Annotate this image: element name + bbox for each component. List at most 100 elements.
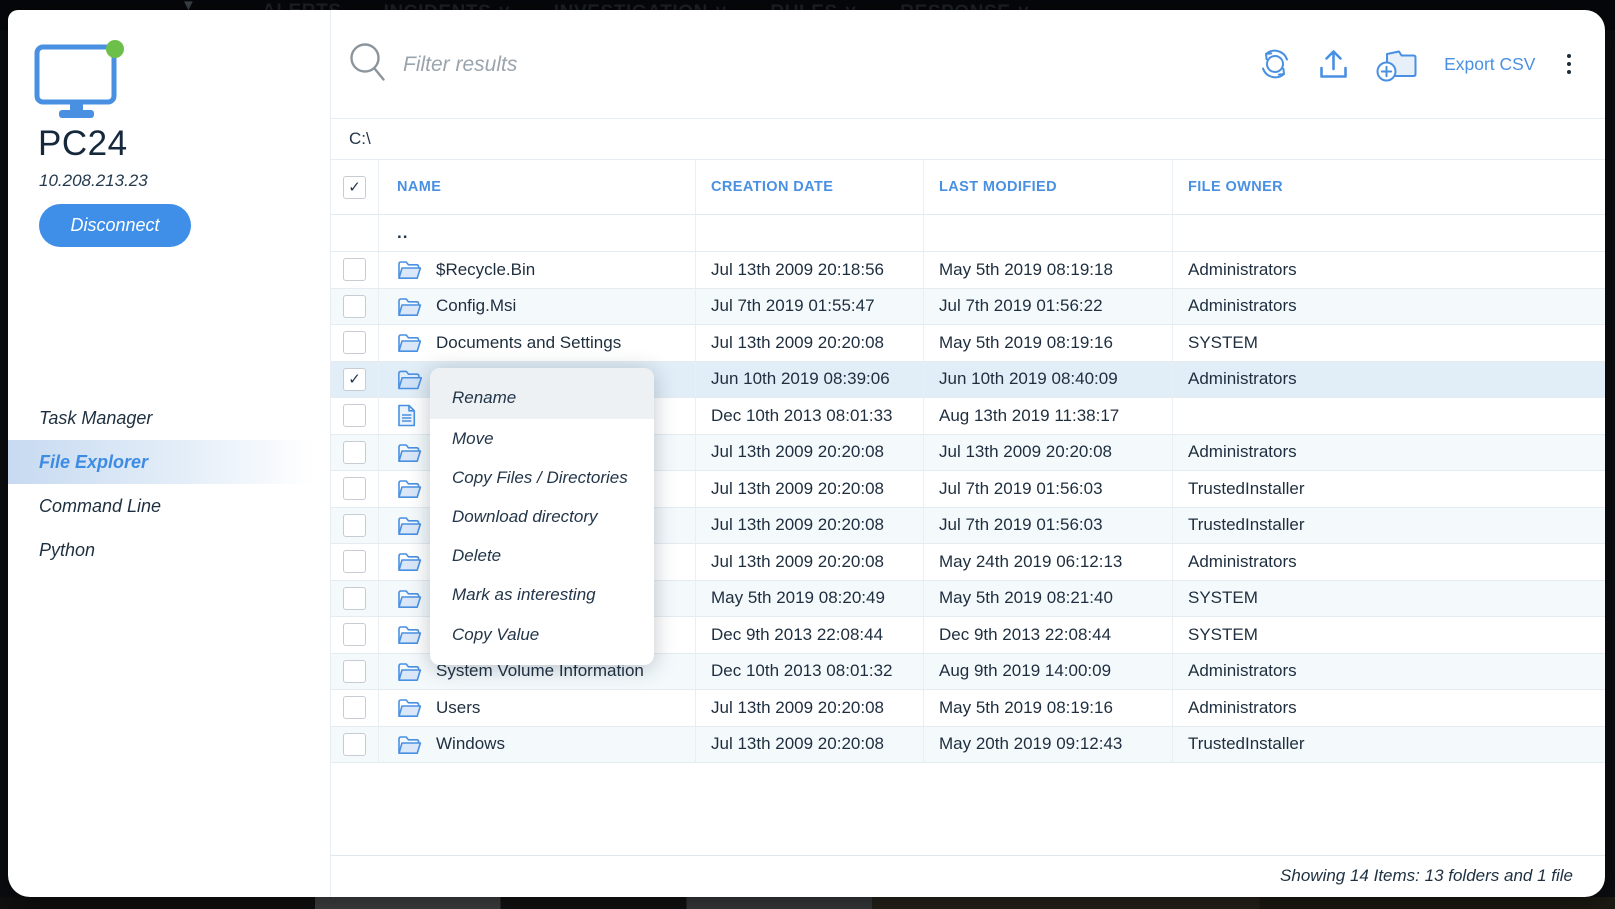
new-folder-icon[interactable]	[1375, 45, 1419, 83]
table-row[interactable]: ✓ Config.Msi Jul 7th 2019 01:55:47Jul 7th …	[331, 289, 1605, 326]
context-menu-item-copy-value[interactable]: Copy Value	[430, 614, 654, 665]
last-modified: Jun 10th 2019 08:40:09	[924, 362, 1173, 399]
folder-icon	[397, 478, 423, 499]
folder-icon	[397, 442, 423, 463]
file-owner: Administrators	[1173, 654, 1605, 691]
sidebar-item-python[interactable]: Python	[8, 528, 330, 572]
file-owner: TrustedInstaller	[1173, 471, 1605, 508]
refresh-icon[interactable]	[1258, 47, 1292, 81]
context-menu-item-copy-files-directories[interactable]: Copy Files / Directories	[430, 458, 654, 497]
upload-icon[interactable]	[1317, 47, 1350, 82]
parent-directory-label[interactable]: ..	[397, 223, 408, 243]
context-menu-item-mark-as-interesting[interactable]: Mark as interesting	[430, 575, 654, 614]
parent-directory-row[interactable]: ..	[331, 215, 1605, 252]
column-header-name[interactable]: NAME	[397, 179, 441, 195]
row-checkbox[interactable]: ✓	[343, 514, 366, 537]
sidebar-item-task-manager[interactable]: Task Manager	[8, 396, 330, 440]
last-modified: May 24th 2019 06:12:13	[924, 544, 1173, 581]
file-owner: TrustedInstaller	[1173, 508, 1605, 545]
export-csv-button[interactable]: Export CSV	[1444, 54, 1535, 75]
last-modified: Jul 7th 2019 01:56:03	[924, 471, 1173, 508]
row-checkbox[interactable]: ✓	[343, 258, 366, 281]
file-name[interactable]: Config.Msi	[436, 296, 516, 316]
folder-icon	[397, 332, 423, 353]
row-checkbox[interactable]: ✓	[343, 404, 366, 427]
creation-date: Jul 7th 2019 01:55:47	[696, 289, 924, 326]
last-modified: Aug 13th 2019 11:38:17	[924, 398, 1173, 435]
row-checkbox[interactable]: ✓	[343, 477, 366, 500]
last-modified: Jul 7th 2019 01:56:22	[924, 289, 1173, 326]
file-name[interactable]: Documents and Settings	[436, 333, 621, 353]
folder-icon	[397, 588, 423, 609]
toolbar-actions: Export CSV	[1258, 40, 1577, 88]
host-name: PC24	[38, 124, 128, 164]
column-header-creation-date[interactable]: CREATION DATE	[711, 179, 833, 195]
table-row[interactable]: ✓ Windows Jul 13th 2009 20:20:08May 20th 2…	[331, 727, 1605, 764]
creation-date: Jun 10th 2019 08:39:06	[696, 362, 924, 399]
file-owner: Administrators	[1173, 435, 1605, 472]
folder-icon	[397, 515, 423, 536]
folder-open-icon	[397, 368, 423, 391]
context-menu-item-move[interactable]: Move	[430, 419, 654, 458]
column-header-file-owner[interactable]: FILE OWNER	[1188, 179, 1283, 195]
file-owner: SYSTEM	[1173, 617, 1605, 654]
select-all-checkbox[interactable]: ✓	[343, 176, 366, 199]
file-owner: TrustedInstaller	[1173, 727, 1605, 764]
creation-date: Dec 10th 2013 08:01:32	[696, 654, 924, 691]
column-header-last-modified[interactable]: LAST MODIFIED	[939, 179, 1057, 195]
file-name[interactable]: $Recycle.Bin	[436, 260, 535, 280]
creation-date: Jul 13th 2009 20:20:08	[696, 544, 924, 581]
row-checkbox[interactable]: ✓	[343, 623, 366, 646]
row-checkbox[interactable]: ✓	[343, 331, 366, 354]
row-checkbox[interactable]: ✓	[343, 696, 366, 719]
creation-date: Jul 13th 2009 20:20:08	[696, 508, 924, 545]
sidebar-item-command-line[interactable]: Command Line	[8, 484, 330, 528]
row-checkbox[interactable]: ✓	[343, 295, 366, 318]
context-menu-item-download-directory[interactable]: Download directory	[430, 497, 654, 536]
row-checkbox[interactable]: ✓	[343, 550, 366, 573]
creation-date: Jul 13th 2009 20:20:08	[696, 471, 924, 508]
last-modified: May 5th 2019 08:19:16	[924, 690, 1173, 727]
last-modified: Dec 9th 2013 22:08:44	[924, 617, 1173, 654]
footer-divider	[331, 855, 1605, 856]
context-menu: RenameMoveCopy Files / DirectoriesDownlo…	[430, 368, 654, 665]
file-icon	[397, 404, 423, 427]
folder-icon	[397, 734, 423, 755]
file-owner: Administrators	[1173, 252, 1605, 289]
row-checkbox[interactable]: ✓	[343, 660, 366, 683]
table-row[interactable]: ✓Documents and SettingsJul 13th 2009 20:…	[331, 325, 1605, 362]
file-owner: SYSTEM	[1173, 325, 1605, 362]
file-owner: Administrators	[1173, 289, 1605, 326]
disconnect-button[interactable]: Disconnect	[39, 204, 191, 247]
last-modified: May 5th 2019 08:19:18	[924, 252, 1173, 289]
context-menu-item-rename[interactable]: Rename	[430, 368, 654, 419]
search-icon	[345, 40, 391, 91]
host-sidebar: PC24 10.208.213.23 Disconnect Task Manag…	[8, 10, 331, 897]
table-row[interactable]: ✓ $Recycle.Bin Jul 13th 2009 20:18:56May 5…	[331, 252, 1605, 289]
folder-icon	[397, 259, 423, 280]
row-checkbox[interactable]: ✓	[343, 733, 366, 756]
context-menu-item-delete[interactable]: Delete	[430, 536, 654, 575]
folder-icon	[397, 661, 423, 682]
last-modified: May 5th 2019 08:21:40	[924, 581, 1173, 618]
folder-icon	[397, 624, 423, 645]
file-owner: Administrators	[1173, 544, 1605, 581]
toolbar: Export CSV	[331, 10, 1605, 119]
file-owner: Administrators	[1173, 362, 1605, 399]
table-row[interactable]: ✓UsersJul 13th 2009 20:20:08May 5th 2019…	[331, 690, 1605, 727]
sidebar-nav: Task ManagerFile ExplorerCommand LinePyt…	[8, 396, 330, 572]
file-owner: Administrators	[1173, 690, 1605, 727]
file-name[interactable]: Windows	[436, 734, 505, 754]
last-modified: May 20th 2019 09:12:43	[924, 727, 1173, 764]
file-name[interactable]: Users	[436, 698, 480, 718]
row-checkbox[interactable]: ✓	[343, 587, 366, 610]
creation-date: Jul 13th 2009 20:18:56	[696, 252, 924, 289]
creation-date: Dec 9th 2013 22:08:44	[696, 617, 924, 654]
filter-results-input[interactable]	[401, 42, 965, 88]
creation-date: Jul 13th 2009 20:20:08	[696, 727, 924, 764]
more-options-icon[interactable]	[1561, 50, 1578, 79]
row-checkbox[interactable]: ✓	[343, 368, 366, 391]
sidebar-item-file-explorer[interactable]: File Explorer	[8, 440, 330, 484]
row-checkbox[interactable]: ✓	[343, 441, 366, 464]
current-path[interactable]: C:\	[349, 129, 371, 149]
